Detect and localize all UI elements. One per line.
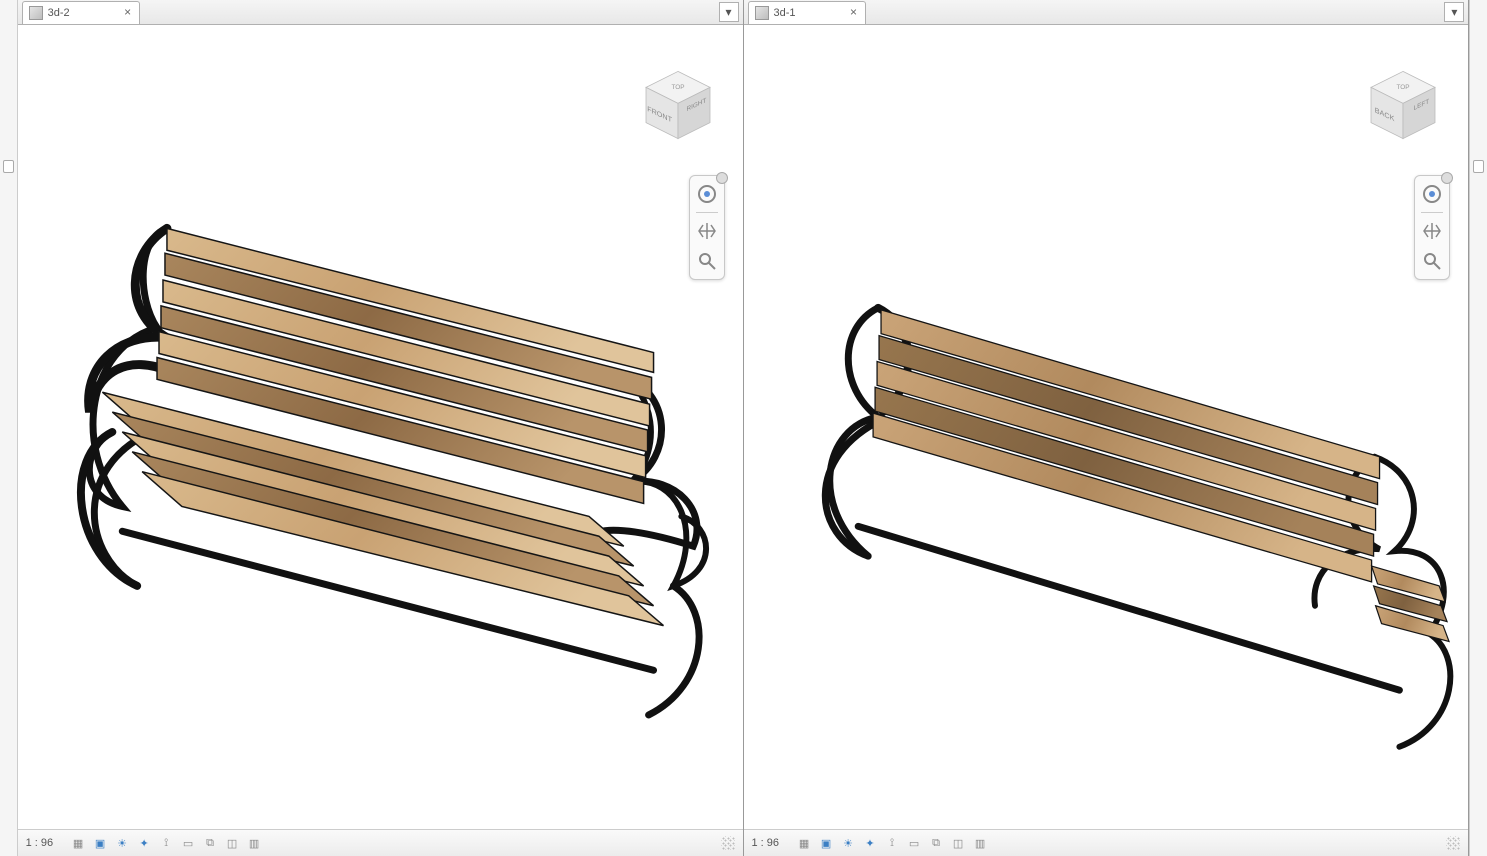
view-pane-left: 3d-2 × ▾ (18, 0, 744, 856)
crop-region-icon[interactable]: ⧉ (927, 834, 945, 852)
view-control-bar: 1 : 96 ▦ ▣ ☀ ✦ ⟟ ▭ ⧉ ◫ ▥ (18, 829, 743, 856)
sun-path-icon[interactable]: ✦ (135, 834, 153, 852)
pan-button[interactable] (695, 219, 719, 243)
close-tab-button[interactable]: × (121, 5, 135, 19)
shadows-icon[interactable]: ☀ (839, 834, 857, 852)
right-panel-collapsed[interactable] (1469, 0, 1487, 856)
navigation-bar (1414, 175, 1450, 280)
cube-icon (755, 6, 769, 20)
model-bench-back (744, 25, 1469, 829)
viewport[interactable]: TOP FRONT RIGHT (18, 25, 743, 829)
tab-label: 3d-1 (774, 7, 796, 19)
detail-level-icon[interactable]: ▦ (69, 834, 87, 852)
viewport[interactable]: TOP BACK LEFT (744, 25, 1469, 829)
steering-wheel-button[interactable] (1420, 182, 1444, 206)
view-pane-right: 3d-1 × ▾ (744, 0, 1470, 856)
zoom-button[interactable] (1420, 249, 1444, 273)
model-graphics-icon[interactable]: ▣ (91, 834, 109, 852)
reveal-icon[interactable]: ▥ (971, 834, 989, 852)
navbar-close-icon[interactable] (716, 172, 728, 184)
reveal-icon[interactable]: ▥ (245, 834, 263, 852)
resize-grip-icon[interactable] (1446, 836, 1460, 850)
crop-view-icon[interactable]: ▭ (179, 834, 197, 852)
view-tab[interactable]: 3d-2 × (22, 1, 140, 24)
view-control-bar: 1 : 96 ▦ ▣ ☀ ✦ ⟟ ▭ ⧉ ◫ ▥ (744, 829, 1469, 856)
view-cube[interactable]: TOP BACK LEFT (1363, 65, 1443, 145)
view-cube[interactable]: TOP FRONT RIGHT (638, 65, 718, 145)
sun-path-icon[interactable]: ✦ (861, 834, 879, 852)
pan-button[interactable] (1420, 219, 1444, 243)
left-panel-collapsed[interactable] (0, 0, 18, 856)
svg-text:TOP: TOP (1397, 84, 1410, 91)
tab-menu-button[interactable]: ▾ (719, 2, 739, 22)
steering-wheel-button[interactable] (695, 182, 719, 206)
tab-strip: 3d-2 × ▾ (18, 0, 743, 25)
crop-view-icon[interactable]: ▭ (905, 834, 923, 852)
scale-value[interactable]: 1 : 96 (26, 837, 54, 849)
rendering-icon[interactable]: ⟟ (157, 834, 175, 852)
shadows-icon[interactable]: ☀ (113, 834, 131, 852)
model-bench-front (18, 25, 743, 829)
scale-value[interactable]: 1 : 96 (752, 837, 780, 849)
model-graphics-icon[interactable]: ▣ (817, 834, 835, 852)
crop-region-icon[interactable]: ⧉ (201, 834, 219, 852)
rendering-icon[interactable]: ⟟ (883, 834, 901, 852)
tab-strip: 3d-1 × ▾ (744, 0, 1469, 25)
view-tab[interactable]: 3d-1 × (748, 1, 866, 24)
hide-isolate-icon[interactable]: ◫ (223, 834, 241, 852)
zoom-button[interactable] (695, 249, 719, 273)
cube-icon (29, 6, 43, 20)
navigation-bar (689, 175, 725, 280)
resize-grip-icon[interactable] (721, 836, 735, 850)
detail-level-icon[interactable]: ▦ (795, 834, 813, 852)
tab-menu-button[interactable]: ▾ (1444, 2, 1464, 22)
close-tab-button[interactable]: × (847, 5, 861, 19)
tab-label: 3d-2 (48, 7, 70, 19)
hide-isolate-icon[interactable]: ◫ (949, 834, 967, 852)
svg-text:TOP: TOP (671, 84, 684, 91)
